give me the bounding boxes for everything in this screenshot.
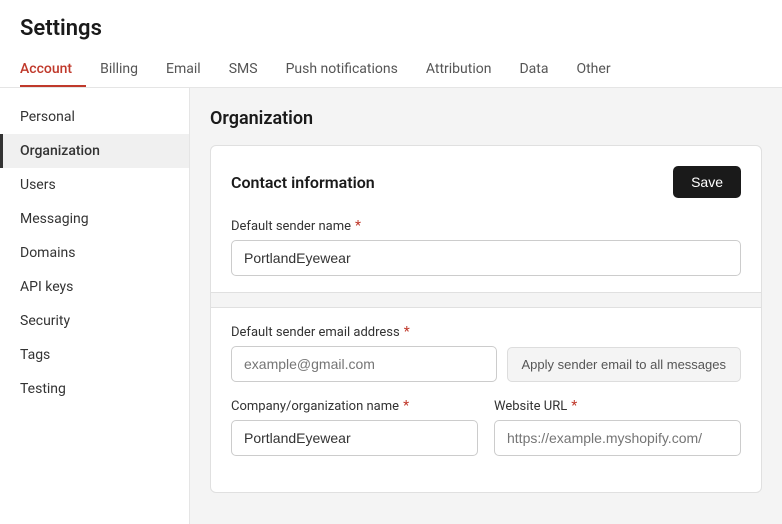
content-area: Personal Organization Users Messaging Do… bbox=[0, 88, 782, 524]
tab-attribution[interactable]: Attribution bbox=[412, 53, 506, 87]
sender-email-field: Default sender email address * Apply sen… bbox=[231, 324, 741, 382]
tab-sms[interactable]: SMS bbox=[215, 53, 272, 87]
tab-push-notifications[interactable]: Push notifications bbox=[272, 53, 412, 87]
tab-data[interactable]: Data bbox=[505, 53, 562, 87]
sidebar: Personal Organization Users Messaging Do… bbox=[0, 88, 190, 524]
tab-billing[interactable]: Billing bbox=[86, 53, 152, 87]
tab-other[interactable]: Other bbox=[562, 53, 624, 87]
sidebar-item-users[interactable]: Users bbox=[0, 168, 189, 202]
company-name-label: Company/organization name * bbox=[231, 398, 478, 414]
app-container: Settings Account Billing Email SMS Push … bbox=[0, 0, 782, 524]
sender-name-label: Default sender name * bbox=[231, 218, 741, 234]
organization-title: Organization bbox=[210, 108, 762, 129]
two-col-row: Company/organization name * Website URL … bbox=[231, 398, 741, 472]
website-url-input[interactable] bbox=[494, 420, 741, 456]
sidebar-item-api-keys[interactable]: API keys bbox=[0, 270, 189, 304]
sidebar-item-security[interactable]: Security bbox=[0, 304, 189, 338]
company-name-field: Company/organization name * bbox=[231, 398, 478, 456]
sidebar-item-testing[interactable]: Testing bbox=[0, 372, 189, 406]
tab-account[interactable]: Account bbox=[20, 53, 86, 87]
main-content: Organization Contact information Save De… bbox=[190, 88, 782, 524]
sender-name-field: Default sender name * bbox=[231, 218, 741, 276]
company-name-input[interactable] bbox=[231, 420, 478, 456]
sender-name-required: * bbox=[355, 218, 361, 234]
sidebar-item-messaging[interactable]: Messaging bbox=[0, 202, 189, 236]
sidebar-item-domains[interactable]: Domains bbox=[0, 236, 189, 270]
website-url-field: Website URL * bbox=[494, 398, 741, 456]
sidebar-item-tags[interactable]: Tags bbox=[0, 338, 189, 372]
contact-info-card: Contact information Save Default sender … bbox=[210, 145, 762, 493]
section-divider bbox=[211, 292, 761, 308]
apply-sender-email-button[interactable]: Apply sender email to all messages bbox=[507, 347, 742, 382]
card-header: Contact information Save bbox=[231, 166, 741, 198]
company-name-required: * bbox=[403, 398, 409, 414]
sender-email-label: Default sender email address * bbox=[231, 324, 741, 340]
sidebar-item-personal[interactable]: Personal bbox=[0, 100, 189, 134]
website-url-label: Website URL * bbox=[494, 398, 741, 414]
website-url-required: * bbox=[571, 398, 577, 414]
page-title: Settings bbox=[20, 16, 762, 41]
save-button[interactable]: Save bbox=[673, 166, 741, 198]
tab-email[interactable]: Email bbox=[152, 53, 215, 87]
header: Settings Account Billing Email SMS Push … bbox=[0, 0, 782, 88]
sender-email-input[interactable] bbox=[231, 346, 497, 382]
sender-name-input[interactable] bbox=[231, 240, 741, 276]
sidebar-item-organization[interactable]: Organization bbox=[0, 134, 189, 168]
card-title: Contact information bbox=[231, 173, 375, 192]
sender-email-required: * bbox=[404, 324, 410, 340]
top-nav: Account Billing Email SMS Push notificat… bbox=[20, 53, 762, 87]
email-row: Apply sender email to all messages bbox=[231, 346, 741, 382]
